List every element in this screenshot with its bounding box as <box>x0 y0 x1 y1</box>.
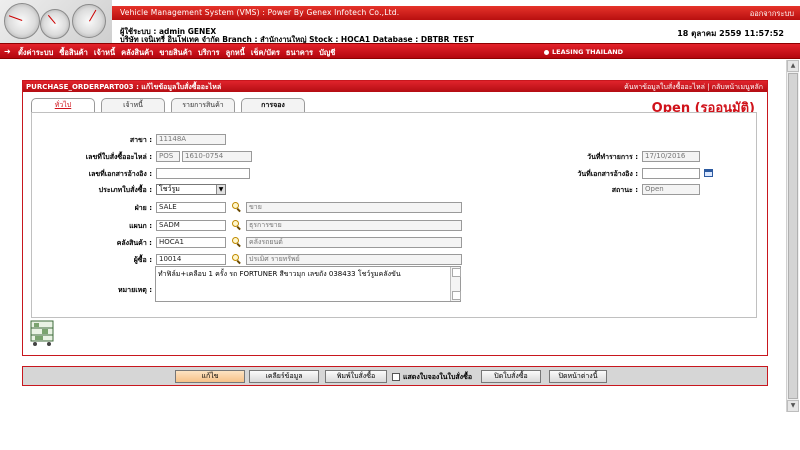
stock-name-field: คลังรถยนต์ <box>246 237 462 248</box>
tab-reservation[interactable]: การจอง <box>241 98 305 112</box>
menu-item-service[interactable]: บริการ <box>198 47 220 59</box>
logout-link[interactable]: ออกจากระบบ <box>750 8 794 20</box>
section-name-field: ธุรการขาย <box>246 220 462 231</box>
department-code-input[interactable]: SALE <box>156 202 226 213</box>
state-label: สถานะ : <box>611 186 638 194</box>
buyer-label: ผู้ซื้อ : <box>133 256 152 264</box>
vms-window: Vehicle Management System (VMS) : Power … <box>0 0 800 450</box>
ref-date-label: วันที่เอกสารอ้างอิง : <box>577 170 638 178</box>
chevron-down-icon[interactable]: ▼ <box>216 185 225 194</box>
system-title: Vehicle Management System (VMS) : Power … <box>120 8 400 17</box>
po-number-label: เลขที่ใบสั่งซื้ออะไหล่ : <box>85 153 152 161</box>
scrollbar-thumb[interactable] <box>788 73 798 399</box>
section-label: แผนก : <box>129 222 152 230</box>
menu-item-debtor[interactable]: ลูกหนี้ <box>226 47 245 59</box>
leasing-dot-icon <box>544 49 549 55</box>
menu-item-purchase[interactable]: ซื้อสินค้า <box>59 47 88 59</box>
po-prefix-field: POS <box>156 151 180 162</box>
po-number-field: 1610-0754 <box>182 151 252 162</box>
close-window-button[interactable]: ปิดหน้าต่างนี้ <box>549 370 607 383</box>
menu-item-sales[interactable]: ขายสินค้า <box>159 47 192 59</box>
remark-label: หมายเหตุ : <box>117 286 152 294</box>
menu-arrow-icon: ➜ <box>4 47 11 56</box>
buyer-code-input[interactable]: 10014 <box>156 254 226 265</box>
po-type-value: โชว์รูม <box>159 185 180 193</box>
stock-code-input[interactable]: HOCA1 <box>156 237 226 248</box>
state-field: Open <box>642 184 700 195</box>
po-type-select[interactable]: โชว์รูม ▼ <box>156 184 226 195</box>
stock-label: คลังสินค้า : <box>116 239 152 247</box>
fuel-gauge-icon <box>72 4 106 38</box>
menu-item-stock[interactable]: คลังสินค้า <box>121 47 153 59</box>
show-reserve-label: แสดงใบจองในใบสั่งซื้อ <box>403 373 473 381</box>
branch-label: สาขา : <box>129 136 152 144</box>
panel-header: PURCHASE_ORDERPART003 : แก้ไขข้อมูลใบสั่… <box>23 81 767 92</box>
section-code-input[interactable]: SADM <box>156 220 226 231</box>
tab-items[interactable]: รายการสินค้า <box>171 98 235 112</box>
tab-general[interactable]: ทั่วไป <box>31 98 95 112</box>
ref-doc-input[interactable] <box>156 168 250 179</box>
menu-item-accounting[interactable]: บัญชี <box>319 47 335 59</box>
department-lookup-icon[interactable] <box>232 202 242 212</box>
doc-date-label: วันที่ทำรายการ : <box>587 153 638 161</box>
edit-button[interactable]: แก้ไข <box>175 370 245 383</box>
menu-item-settings[interactable]: ตั้งค่าระบบ <box>18 47 53 59</box>
purchase-order-panel: PURCHASE_ORDERPART003 : แก้ไขข้อมูลใบสั่… <box>22 80 768 356</box>
department-name-field: ขาย <box>246 202 462 213</box>
scroll-up-icon[interactable]: ▲ <box>787 60 799 72</box>
gauge-logo-icon <box>0 0 112 43</box>
ref-date-input[interactable] <box>642 168 700 179</box>
tab-creditor[interactable]: เจ้าหนี้ <box>101 98 165 112</box>
menu-item-cheque-card[interactable]: เช็ค/บัตร <box>251 47 280 59</box>
tachometer-icon <box>40 9 70 39</box>
leasing-thailand-link[interactable]: LEASING THAILAND <box>544 48 623 56</box>
remark-textarea[interactable]: ทำฟิล์ม+เคลือบ 1 ครั้ง รถ FORTUNER สีขาว… <box>155 266 461 302</box>
department-label: ฝ่าย : <box>134 204 152 212</box>
app-header: Vehicle Management System (VMS) : Power … <box>0 0 800 44</box>
remark-text: ทำฟิล์ม+เคลือบ 1 ครั้ง รถ FORTUNER สีขาว… <box>158 270 401 278</box>
ref-doc-label: เลขที่เอกสารอ้างอิง : <box>88 170 152 178</box>
branch-field: 11148A <box>156 134 226 145</box>
print-po-button[interactable]: พิมพ์ใบสั่งซื้อ <box>325 370 387 383</box>
speedometer-icon <box>4 3 40 39</box>
panel-title: PURCHASE_ORDERPART003 : แก้ไขข้อมูลใบสั่… <box>26 83 222 91</box>
menu-item-bank[interactable]: ธนาคาร <box>286 47 313 59</box>
doc-date-field: 17/10/2016 <box>642 151 700 162</box>
panel-nav-links[interactable]: ค้นหาข้อมูลใบสั่งซื้ออะไหล่ | กลับหน้าเม… <box>624 82 763 93</box>
scroll-down-icon[interactable]: ▼ <box>787 400 799 412</box>
shelf-cart-icon[interactable] <box>28 319 56 349</box>
stock-lookup-icon[interactable] <box>232 237 242 247</box>
leasing-label: LEASING THAILAND <box>552 48 624 56</box>
calendar-icon[interactable] <box>704 169 713 177</box>
page-scrollbar[interactable]: ▲ ▼ <box>786 60 799 412</box>
show-reserve-checkbox[interactable] <box>392 373 400 381</box>
section-lookup-icon[interactable] <box>232 220 242 230</box>
main-menu-bar: ➜ ตั้งค่าระบบ ซื้อสินค้า เจ้าหนี้ คลังสิ… <box>0 43 800 59</box>
buyer-lookup-icon[interactable] <box>232 254 242 264</box>
close-po-button[interactable]: ปิดใบสั่งซื้อ <box>481 370 541 383</box>
current-datetime: 18 ตุลาคม 2559 11:57:52 <box>677 29 784 38</box>
remark-scrollbar[interactable] <box>450 267 461 301</box>
po-type-label: ประเภทใบสั่งซื้อ : <box>98 186 152 194</box>
buyer-name-field: ปรเมิศ รายทรัพย์ <box>246 254 462 265</box>
form-tabs: ทั่วไป เจ้าหนี้ รายการสินค้า การจอง <box>31 98 305 112</box>
action-toolbar: แก้ไข เคลียร์ข้อมูล พิมพ์ใบสั่งซื้อ แสดง… <box>22 366 768 386</box>
clear-button[interactable]: เคลียร์ข้อมูล <box>249 370 319 383</box>
menu-item-creditor[interactable]: เจ้าหนี้ <box>94 47 115 59</box>
